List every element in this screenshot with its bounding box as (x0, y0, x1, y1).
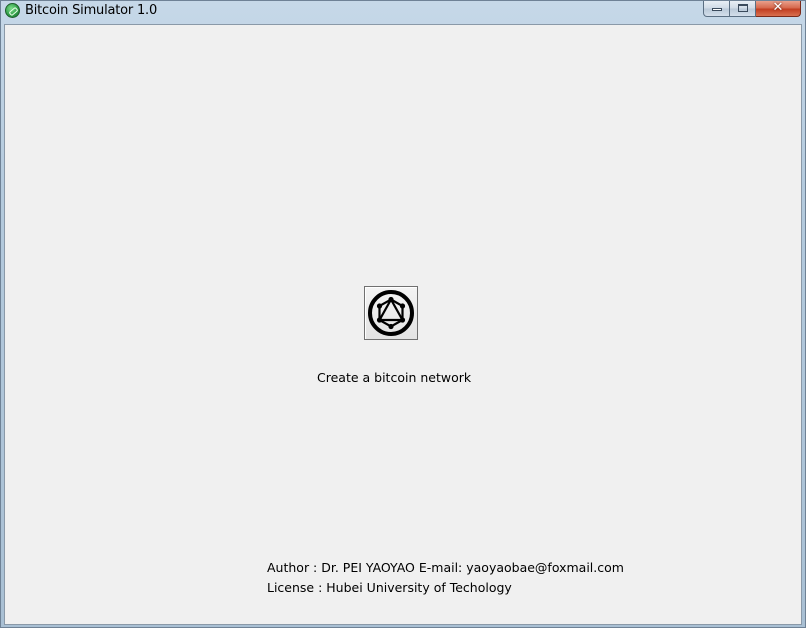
minimize-icon (712, 8, 722, 11)
create-network-button[interactable] (364, 286, 418, 340)
minimize-button[interactable] (703, 1, 730, 17)
maximize-button[interactable] (730, 1, 756, 17)
app-window: Bitcoin Simulator 1.0 ✕ Create a bitcoin… (0, 0, 806, 628)
app-icon (5, 3, 20, 18)
main-panel: Create a bitcoin network Author : Dr. PE… (4, 24, 802, 625)
window-title: Bitcoin Simulator 1.0 (25, 3, 158, 18)
maximize-icon (738, 4, 748, 12)
close-icon: ✕ (772, 0, 784, 15)
title-bar[interactable]: Bitcoin Simulator 1.0 ✕ (1, 0, 805, 23)
network-graph-icon (368, 290, 414, 336)
author-info: Author : Dr. PEI YAOYAO E-mail: yaoyaoba… (267, 560, 624, 575)
create-network-label: Create a bitcoin network (317, 370, 472, 385)
window-controls: ✕ (703, 0, 801, 17)
close-button[interactable]: ✕ (756, 0, 801, 17)
license-info: License : Hubei University of Techology (267, 580, 512, 595)
